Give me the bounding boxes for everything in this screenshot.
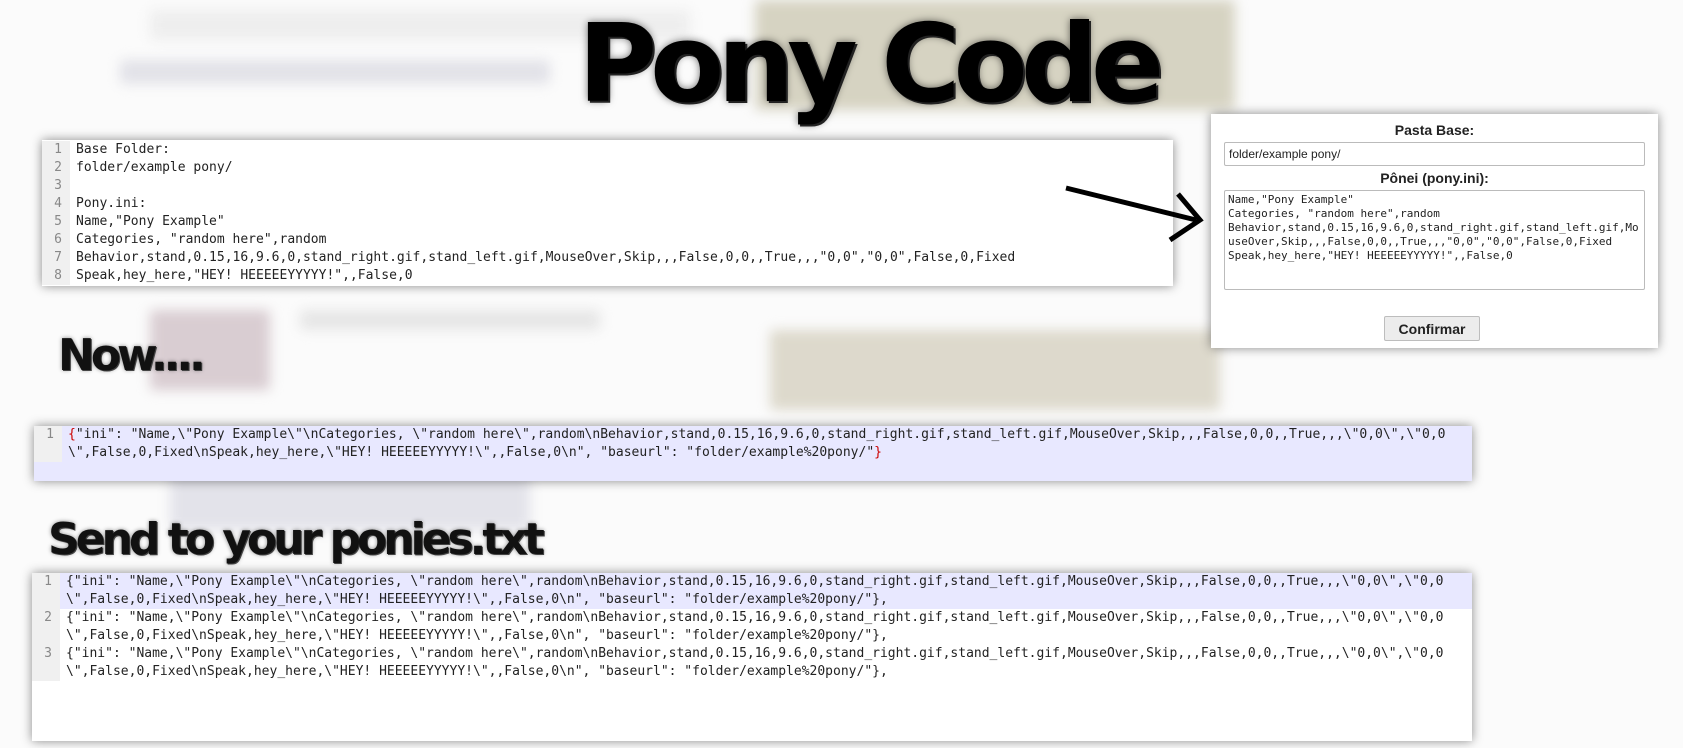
line-text: {"ini": "Name,\"Pony Example\"\nCategori…: [66, 610, 1444, 643]
line-text: Behavior,stand,0.15,16,9.6,0,stand_right…: [76, 250, 1016, 265]
code-line: 5 Name,"Pony Example": [42, 213, 1173, 231]
line-text: Speak,hey_here,"HEY! HEEEEEYYYYY!",,Fals…: [76, 268, 413, 283]
base-folder-label: Pasta Base:: [1394, 122, 1475, 138]
json-output-line: 1 {"ini": "Name,\"Pony Example\"\nCatego…: [34, 426, 1472, 462]
line-text: Name,"Pony Example": [76, 214, 225, 229]
line-text: Categories, "random here",random: [76, 232, 327, 247]
page-title: Pony Code: [578, 2, 1164, 127]
line-text: {"ini": "Name,\"Pony Example\"\nCategori…: [62, 426, 1463, 462]
line-text: Pony.ini:: [76, 196, 147, 211]
line-number: 4: [42, 195, 70, 213]
line-number: 2: [42, 159, 70, 177]
pony-ini-label: Pônei (pony.ini):: [1380, 170, 1489, 186]
now-heading: Now....: [58, 330, 206, 381]
line-number: 3: [42, 177, 70, 195]
send-heading: Send to your ponies.txt: [48, 514, 545, 565]
ponies-txt-block: 1 {"ini": "Name,\"Pony Example\"\nCategor…: [32, 573, 1472, 741]
bg-block: [300, 310, 600, 330]
line-number: 1: [32, 573, 60, 609]
base-folder-input[interactable]: [1224, 142, 1645, 166]
pony-form-panel: Pasta Base: Pônei (pony.ini): Confirmar: [1211, 114, 1658, 348]
line-number: 7: [42, 249, 70, 267]
arrow-icon: [1065, 185, 1204, 243]
line-number: 2: [32, 609, 60, 645]
code-line: 4 Pony.ini:: [42, 195, 1173, 213]
code-line: 3: [42, 177, 1173, 195]
confirm-button[interactable]: Confirmar: [1384, 316, 1480, 341]
code-line: 1 {"ini": "Name,\"Pony Example\"\nCategor…: [32, 573, 1472, 609]
bg-block: [120, 60, 550, 84]
code-line: 8 Speak,hey_here,"HEY! HEEEEEYYYYY!",,Fal…: [42, 267, 1173, 285]
json-body: "ini": "Name,\"Pony Example\"\nCategorie…: [68, 427, 1446, 460]
json-brace-open: {: [68, 427, 76, 442]
code-line: 2 folder/example pony/: [42, 159, 1173, 177]
code-line: 6 Categories, "random here",random: [42, 231, 1173, 249]
code-line: 2 {"ini": "Name,\"Pony Example\"\nCategor…: [32, 609, 1472, 645]
line-number: 8: [42, 267, 70, 285]
line-text: {"ini": "Name,\"Pony Example\"\nCategori…: [66, 574, 1444, 607]
line-number: 3: [32, 645, 60, 681]
json-output-block: 1 {"ini": "Name,\"Pony Example\"\nCatego…: [34, 426, 1472, 481]
line-number: 5: [42, 213, 70, 231]
arrow-shaft: [1065, 185, 1197, 223]
line-number: 6: [42, 231, 70, 249]
line-text: {"ini": "Name,\"Pony Example\"\nCategori…: [66, 646, 1444, 679]
line-number: 1: [42, 141, 70, 159]
code-line: 7 Behavior,stand,0.15,16,9.6,0,stand_righ…: [42, 249, 1173, 267]
line-text: Base Folder:: [76, 142, 170, 157]
code-line: 3 {"ini": "Name,\"Pony Example\"\nCategor…: [32, 645, 1472, 681]
source-code-block: 1 Base Folder: 2 folder/example pony/3 4 Pony…: [42, 140, 1173, 286]
line-number: 1: [34, 426, 62, 462]
json-brace-close: }: [874, 445, 882, 460]
code-line: 1 Base Folder:: [42, 141, 1173, 159]
line-text: [70, 177, 76, 195]
pony-ini-textarea[interactable]: [1224, 190, 1645, 290]
line-text: folder/example pony/: [76, 160, 233, 175]
bg-image: [770, 330, 1220, 410]
